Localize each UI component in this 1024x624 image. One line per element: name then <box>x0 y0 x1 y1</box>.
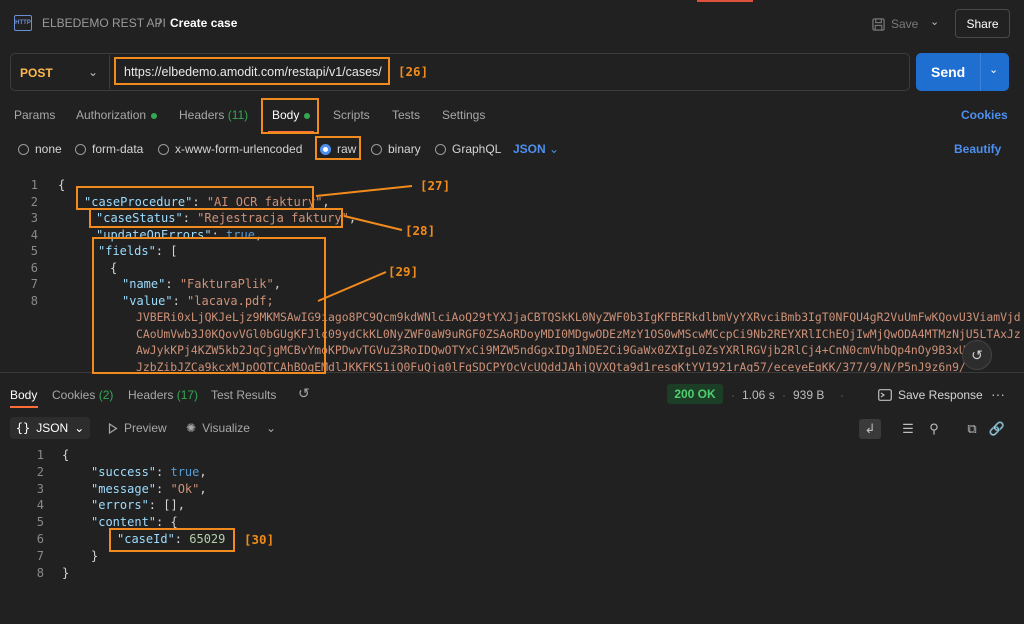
code-line: { <box>62 448 69 462</box>
separator-dot: · <box>782 388 786 402</box>
code-line: "success": true, <box>91 464 207 479</box>
code-line: "message": "Ok", <box>91 481 207 496</box>
line-number: 1 <box>36 448 44 462</box>
response-tab-headers-count: (17) <box>176 388 199 402</box>
response-tab-body-label: Body <box>10 388 38 402</box>
chevron-down-icon: ⌄ <box>74 421 85 435</box>
more-options-icon[interactable]: ··· <box>991 386 1005 402</box>
line-number: 7 <box>36 548 44 563</box>
status-badge[interactable]: 200 OK <box>667 384 723 404</box>
annotation-label: [30] <box>244 532 275 547</box>
search-icon[interactable]: ⚲ <box>923 419 945 439</box>
code-line: "errors": [], <box>91 498 185 513</box>
response-tab-cookies-label: Cookies <box>52 388 96 402</box>
line-number: 2 <box>36 464 44 479</box>
line-number: 3 <box>36 481 44 496</box>
json-key: "errors" <box>91 498 149 513</box>
save-response-button[interactable]: Save Response <box>878 388 983 402</box>
link-icon[interactable]: 🔗 <box>986 419 1008 439</box>
visualize-button[interactable]: ✺ Visualize <box>186 421 250 435</box>
json-key: "success" <box>91 464 157 479</box>
preview-label: Preview <box>124 421 167 435</box>
line-number: 6 <box>36 532 44 546</box>
visualize-icon: ✺ <box>186 421 197 435</box>
visualize-label: Visualize <box>202 421 250 435</box>
json-brace: } <box>91 548 99 563</box>
copy-icon[interactable]: ⧉ <box>961 419 983 439</box>
response-tab-cookies[interactable]: Cookies (2) <box>52 388 113 402</box>
response-size[interactable]: 939 B <box>793 388 824 402</box>
separator-dot: · <box>731 388 735 402</box>
braces-icon: {} <box>15 421 31 435</box>
filter-icon[interactable]: ☰ <box>897 419 919 439</box>
line-number: 4 <box>36 498 44 513</box>
chevron-down-icon[interactable]: ⌄ <box>266 421 276 435</box>
save-response-icon <box>878 389 892 401</box>
separator-dot: · <box>840 388 844 402</box>
code-line: } <box>91 549 98 563</box>
json-key: "message" <box>91 481 157 496</box>
response-tab-test-results[interactable]: Test Results <box>211 388 276 402</box>
history-icon[interactable]: ↺ <box>298 385 310 402</box>
annotation-label: [28] <box>405 223 436 238</box>
response-format-select[interactable]: {} JSON ⌄ <box>10 417 90 439</box>
response-body-viewer[interactable]: 1 2 3 4 5 6 7 8 { "success": true, "mess… <box>0 448 1024 588</box>
response-tab-body[interactable]: Body <box>10 388 37 402</box>
annotation-label: [29] <box>388 264 419 279</box>
json-brace: } <box>62 565 70 580</box>
code-line: } <box>62 566 69 580</box>
response-tab-headers-label: Headers <box>128 388 174 402</box>
preview-button[interactable]: Preview <box>108 421 167 435</box>
annotation-box-case-id <box>109 528 235 552</box>
response-tab-cookies-count: (2) <box>98 388 114 402</box>
wrap-lines-icon[interactable]: ↲ <box>859 419 881 439</box>
play-icon <box>108 422 118 434</box>
response-tab-headers[interactable]: Headers (17) <box>128 388 198 402</box>
json-brace: { <box>62 448 70 462</box>
save-response-label: Save Response <box>898 388 983 402</box>
active-tab-underline <box>10 406 38 408</box>
line-number: 5 <box>36 515 44 530</box>
response-time[interactable]: 1.06 s <box>742 388 775 402</box>
annotation-label: [27] <box>420 178 451 193</box>
json-bool: true <box>170 464 200 479</box>
line-number: 8 <box>36 565 44 580</box>
json-array: [] <box>163 498 178 513</box>
json-string: "Ok" <box>170 481 200 496</box>
response-format-label: JSON <box>36 421 69 435</box>
